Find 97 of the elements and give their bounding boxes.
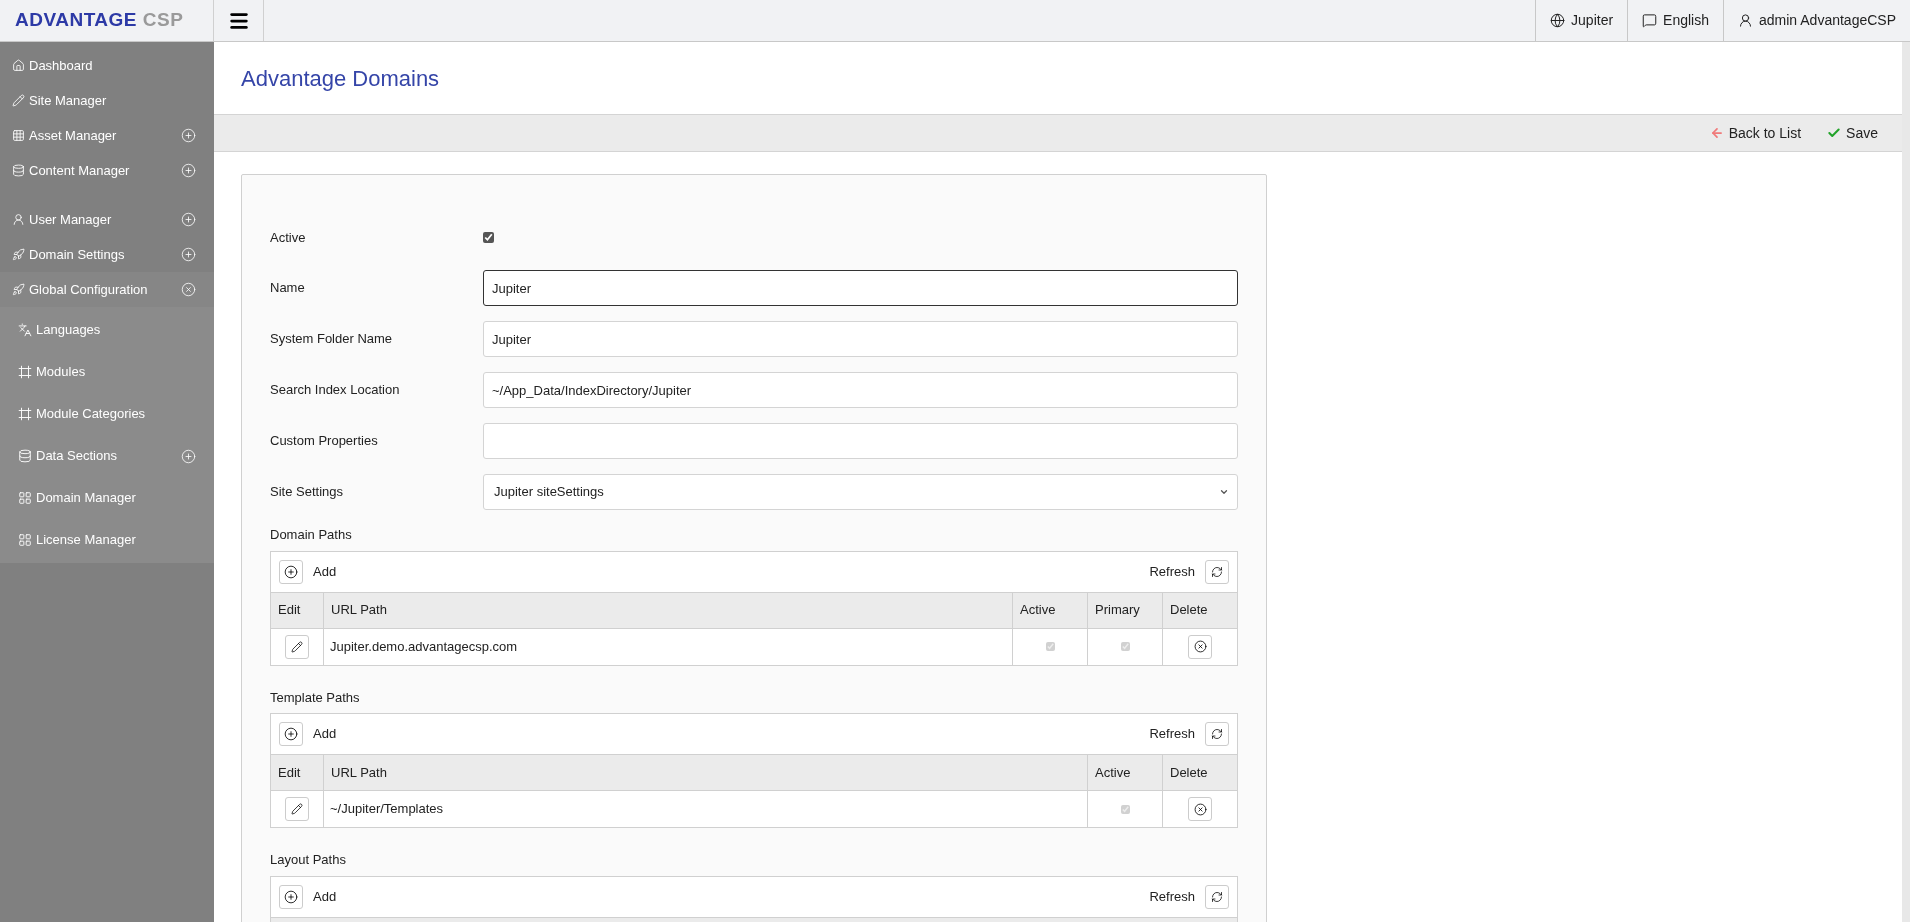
language-icon [18,323,32,337]
column-header: Delete [1162,755,1237,790]
sidebar-item[interactable]: Domain Settings [0,237,214,272]
tiles-icon [18,533,32,547]
column-header: Active [1012,592,1087,628]
home-icon [12,59,25,72]
save-button[interactable]: Save [1827,122,1878,144]
column-header: URL Path [323,592,1012,628]
column-header: Primary [1087,592,1162,628]
expand-icon[interactable] [181,247,196,262]
rocket-icon [12,283,25,296]
select-field[interactable]: Jupiter siteSettings [483,474,1238,510]
refresh-button[interactable] [1205,722,1229,746]
add-icon [284,564,298,579]
refresh-label: Refresh [1149,887,1195,906]
sidebar-item[interactable]: Domain Manager [0,477,214,519]
refresh-icon [1211,890,1223,903]
back-button[interactable]: Back to List [1709,122,1802,144]
sidebar-item[interactable]: User Manager [0,202,214,237]
section-label: Domain Paths [270,526,352,544]
close-icon [1193,640,1207,653]
pencil-icon [291,640,303,653]
grid-icon [12,129,25,142]
sidebar-item[interactable]: Dashboard [0,48,214,83]
sidebar-item[interactable]: License Manager [0,519,214,561]
globe-icon [1550,13,1566,28]
pencil-icon [291,803,303,815]
sidebar-item[interactable]: Asset Manager [0,118,214,153]
add-label: Add [313,725,337,744]
column-header: URL Path [323,755,1087,790]
collapse-icon[interactable] [181,282,196,297]
user-icon [12,213,25,226]
caret-icon [1219,487,1229,497]
table-cell-text: ~/Jupiter/Templates [330,800,444,819]
sidebar-item[interactable]: Modules [0,351,214,393]
field-label: System Folder Name [270,330,394,349]
database-icon [18,449,32,463]
close-icon [1193,802,1207,816]
expand-icon[interactable] [181,212,196,227]
text-field[interactable]: Jupiter [483,270,1238,306]
active-checkbox[interactable] [483,232,494,243]
edit-button[interactable] [285,797,309,821]
sidebar-item[interactable]: Content Manager [0,153,214,188]
add-button[interactable] [279,722,303,746]
header-menu-item[interactable]: admin AdvantageCSP [1723,0,1910,41]
frame-icon [18,407,32,421]
field-label: Active [270,229,307,248]
add-icon [284,889,298,904]
sidebar-item[interactable]: Site Manager [0,83,214,118]
column-header: Edit [277,601,302,620]
delete-button[interactable] [1188,797,1212,821]
field-label: Search Index Location [270,381,401,400]
field-label: Site Settings [270,483,344,502]
tiles-icon [18,491,32,505]
database-icon [12,164,25,177]
rocket-icon [12,248,25,261]
sidebar-item[interactable]: Data Sections [0,435,214,477]
field-label: Custom Properties [270,432,379,451]
section-label: Template Paths [270,688,360,707]
add-icon [284,727,298,741]
pencil-icon [12,94,25,107]
arrow-left-icon [1709,126,1724,140]
section-label: Layout Paths [270,851,346,869]
refresh-icon [1211,728,1223,740]
delete-button[interactable] [1188,634,1212,659]
column-header: Edit [277,763,302,782]
refresh-label: Refresh [1149,562,1195,581]
refresh-button[interactable] [1205,559,1229,584]
header-menu-item[interactable]: English [1627,0,1723,41]
edit-button[interactable] [285,634,309,659]
text-field[interactable]: Jupiter [483,321,1238,357]
refresh-icon [1211,565,1223,578]
refresh-label: Refresh [1149,725,1195,744]
column-header: Active [1087,755,1162,790]
expand-icon[interactable] [181,128,196,143]
expand-icon[interactable] [181,448,196,464]
chat-icon [1642,13,1658,28]
sidebar-item[interactable]: Global Configuration [0,272,214,307]
user-icon [1738,13,1753,28]
header-menu-item[interactable]: Jupiter [1535,0,1628,41]
text-field[interactable]: ~/App_Data/IndexDirectory/Jupiter [483,372,1238,408]
add-button[interactable] [279,559,303,584]
text-field[interactable] [483,423,1238,459]
table-cell-text: Jupiter.demo.advantagecsp.com [330,637,518,656]
check-icon [1827,126,1842,140]
field-label: Name [270,279,306,298]
add-label: Add [313,887,337,906]
sidebar-item[interactable]: Module Categories [0,393,214,435]
expand-icon[interactable] [181,163,196,178]
frame-icon [18,365,32,379]
sidebar-item[interactable]: Languages [0,309,214,351]
add-button[interactable] [279,884,303,909]
logo: ADVANTAGE CSP [15,8,184,33]
page-title: Advantage Domains [241,64,440,93]
add-label: Add [313,562,337,581]
refresh-button[interactable] [1205,884,1229,909]
column-header: Delete [1162,592,1237,628]
